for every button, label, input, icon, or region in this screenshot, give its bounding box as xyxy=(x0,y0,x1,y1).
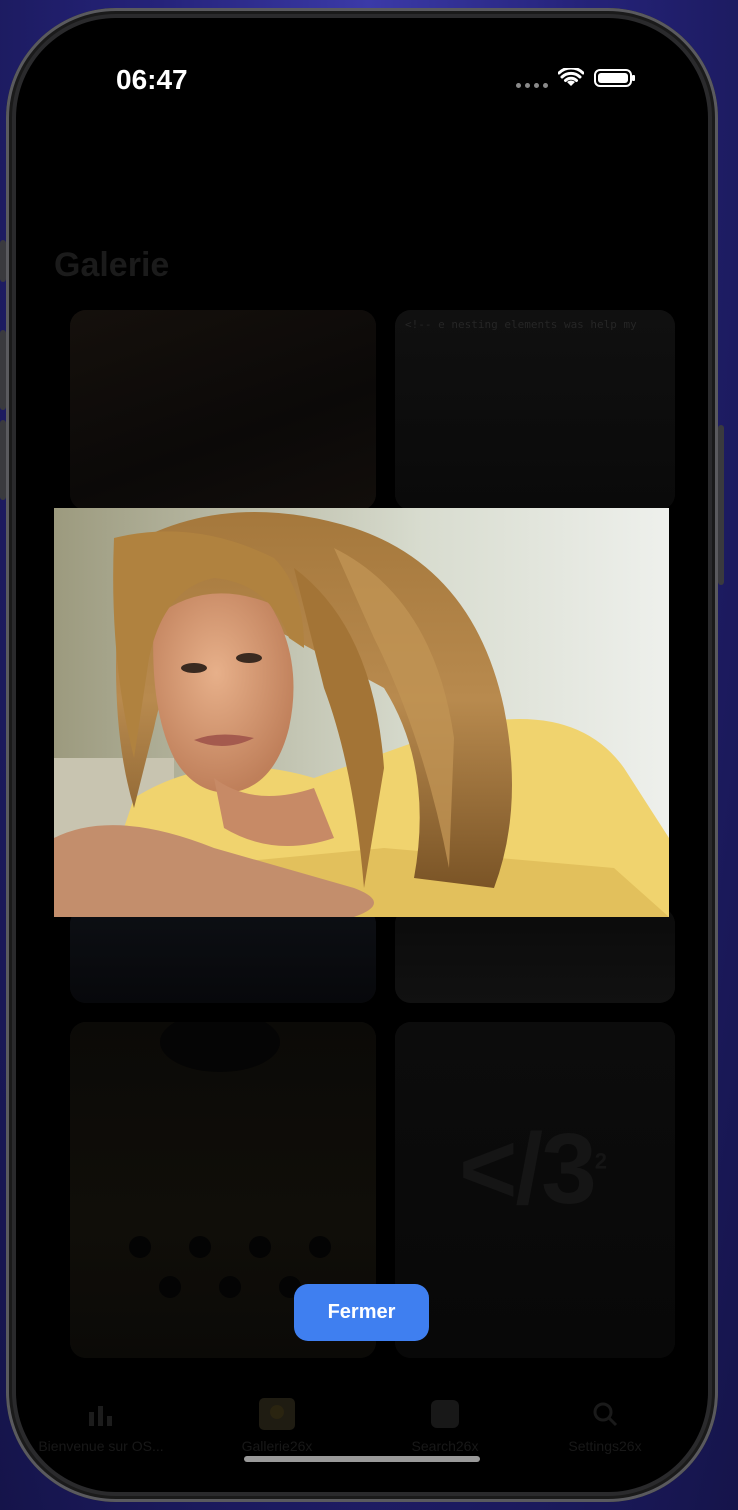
tab-welcome[interactable]: Bienvenue sur OS... xyxy=(16,1398,186,1454)
gallery-tile[interactable]: <!-- e nesting elements was help my xyxy=(395,310,675,510)
page-title: Galerie xyxy=(54,246,170,284)
screen: Galerie <!-- e nesting elements was help… xyxy=(16,18,708,1492)
wifi-icon xyxy=(558,68,584,86)
photo-icon xyxy=(259,1398,295,1430)
gallery-tile[interactable]: </32 xyxy=(395,1022,675,1358)
side-button-right xyxy=(718,425,724,585)
code-snippet: <!-- e nesting elements was help my xyxy=(405,318,637,331)
side-button-left-3 xyxy=(0,420,6,500)
close-button[interactable]: Fermer xyxy=(294,1284,429,1341)
search-icon xyxy=(431,1400,459,1428)
gallery-tile[interactable] xyxy=(395,908,675,1003)
tab-label: Search26x xyxy=(411,1438,479,1454)
status-icons xyxy=(516,68,635,88)
status-time: 06:47 xyxy=(116,64,188,95)
battery-icon xyxy=(594,69,635,87)
tab-gallery[interactable]: Gallerie26x xyxy=(192,1398,362,1454)
chart-icon xyxy=(89,1406,112,1426)
gear-icon xyxy=(593,1402,618,1427)
tab-label: Bienvenue sur OS... xyxy=(38,1438,164,1454)
home-indicator[interactable] xyxy=(244,1456,480,1462)
side-button-left-2 xyxy=(0,330,6,410)
code-graphic: </32 xyxy=(459,1113,607,1225)
tab-settings[interactable]: Settings26x xyxy=(520,1398,690,1454)
tab-label: Gallerie26x xyxy=(241,1438,313,1454)
gallery-tile[interactable] xyxy=(70,310,376,510)
enlarged-photo xyxy=(54,508,669,917)
tab-label: Settings26x xyxy=(568,1438,642,1454)
side-button-left-1 xyxy=(0,240,6,282)
signal-icon xyxy=(516,68,548,88)
gallery-tile[interactable] xyxy=(70,908,376,1003)
tab-search[interactable]: Search26x xyxy=(360,1398,530,1454)
